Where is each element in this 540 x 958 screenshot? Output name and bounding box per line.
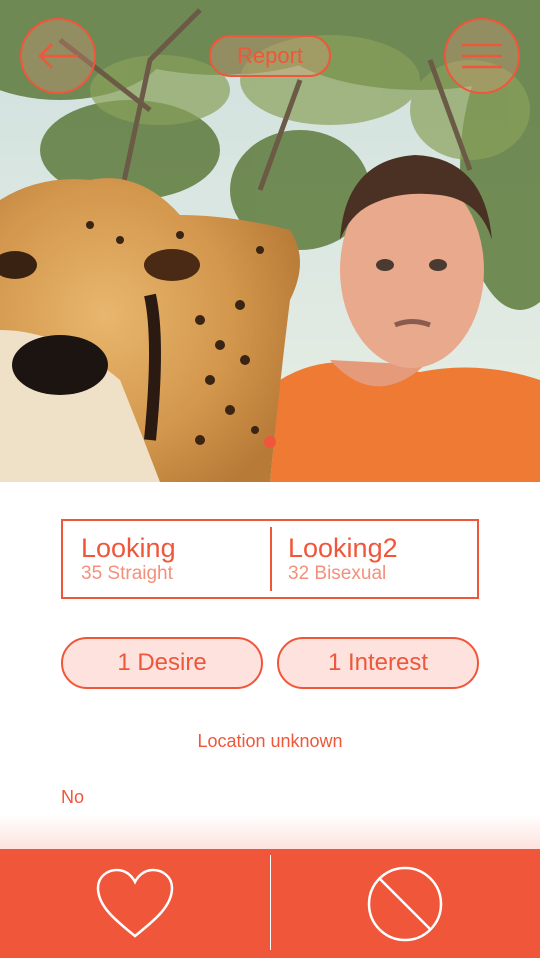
arrow-left-icon (38, 43, 78, 69)
profile-card[interactable]: Looking 35 Straight (63, 521, 270, 597)
back-button[interactable] (20, 18, 96, 94)
heart-icon (96, 868, 174, 938)
profile-summary: Looking 35 Straight Looking2 32 Bisexual (61, 519, 479, 599)
profile-card[interactable]: Looking2 32 Bisexual (270, 521, 477, 597)
menu-icon (462, 43, 502, 69)
report-button[interactable]: Report (209, 35, 331, 77)
profile-photo[interactable]: Report (0, 0, 540, 482)
desire-button[interactable]: 1 Desire (61, 637, 263, 689)
like-button[interactable] (0, 849, 270, 958)
block-icon (367, 866, 443, 941)
menu-button[interactable] (444, 18, 520, 94)
interest-button[interactable]: 1 Interest (277, 637, 479, 689)
profile-name: Looking (81, 533, 176, 563)
location-text: Location unknown (197, 731, 343, 751)
bio-text: No (61, 787, 85, 807)
action-bar (0, 849, 540, 958)
pass-button[interactable] (270, 849, 540, 958)
profile-name: Looking2 (288, 533, 398, 563)
photo-page-indicator[interactable] (264, 436, 276, 448)
profile-meta: 35 Straight (81, 563, 173, 584)
profile-meta: 32 Bisexual (288, 563, 387, 584)
scroll-fade (0, 815, 540, 851)
